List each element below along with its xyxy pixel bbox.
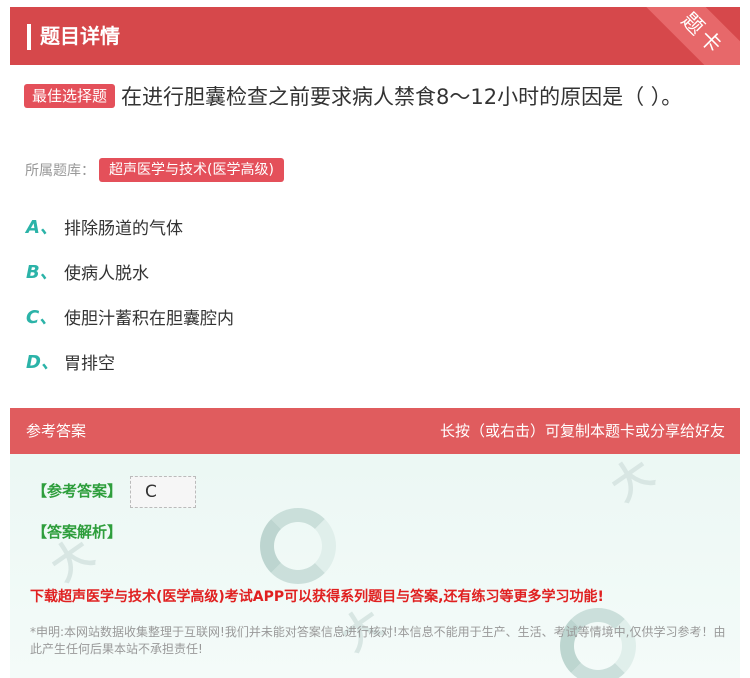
option-letter: B、	[26, 262, 58, 283]
watermark-logo-icon	[260, 508, 336, 584]
question-type-badge: 最佳选择题	[24, 84, 116, 108]
share-hint: 长按（或右击）可复制本题卡或分享给好友	[439, 422, 725, 440]
option-letter: C、	[26, 307, 58, 328]
option-a[interactable]: A、 排除肠道的气体	[26, 211, 183, 241]
answer-title: 参考答案	[26, 422, 87, 440]
option-c[interactable]: C、 使胆汁蓄积在胆囊腔内	[26, 301, 234, 331]
option-d[interactable]: D、 胃排空	[26, 346, 115, 376]
category-row: 所属题库： 超声医学与技术(医学高级)	[25, 158, 284, 182]
question-block: 最佳选择题 在进行胆囊检查之前要求病人禁食8～12小时的原因是（ ）。	[24, 78, 724, 116]
question-text: 在进行胆囊检查之前要求病人禁食8～12小时的原因是（ ）。	[121, 85, 683, 109]
option-b[interactable]: B、 使病人脱水	[26, 256, 149, 286]
answer-analysis-label: 【答案解析】	[32, 523, 123, 541]
category-badge[interactable]: 超声医学与技术(医学高级)	[99, 158, 284, 182]
option-text: 使病人脱水	[64, 263, 149, 284]
answer-header: 参考答案 长按（或右击）可复制本题卡或分享给好友	[10, 408, 740, 454]
option-text: 排除肠道的气体	[64, 218, 183, 239]
download-app-link[interactable]: 下载超声医学与技术(医学高级)考试APP可以获得系列题目与答案,还有练习等更多学…	[30, 586, 604, 606]
disclaimer-text: *申明:本网站数据收集整理于互联网!我们并未能对答案信息进行核对!本信息不能用于…	[30, 625, 726, 656]
header-bar: 题目详情 题卡	[10, 7, 740, 65]
page-title: 题目详情	[40, 24, 120, 48]
header-accent-bar	[27, 24, 31, 50]
card-ribbon: 题卡	[628, 7, 740, 65]
reference-answer-value: C	[130, 476, 196, 508]
option-letter: D、	[26, 352, 59, 373]
reference-answer-label: 【参考答案】	[32, 482, 123, 500]
option-letter: A、	[26, 217, 58, 238]
category-label: 所属题库：	[25, 163, 95, 179]
option-text: 使胆汁蓄积在胆囊腔内	[64, 308, 234, 329]
answer-panel: 大 大 大 参考答案 长按（或右击）可复制本题卡或分享给好友 【参考答案】 C …	[10, 408, 740, 678]
option-text: 胃排空	[64, 353, 115, 374]
